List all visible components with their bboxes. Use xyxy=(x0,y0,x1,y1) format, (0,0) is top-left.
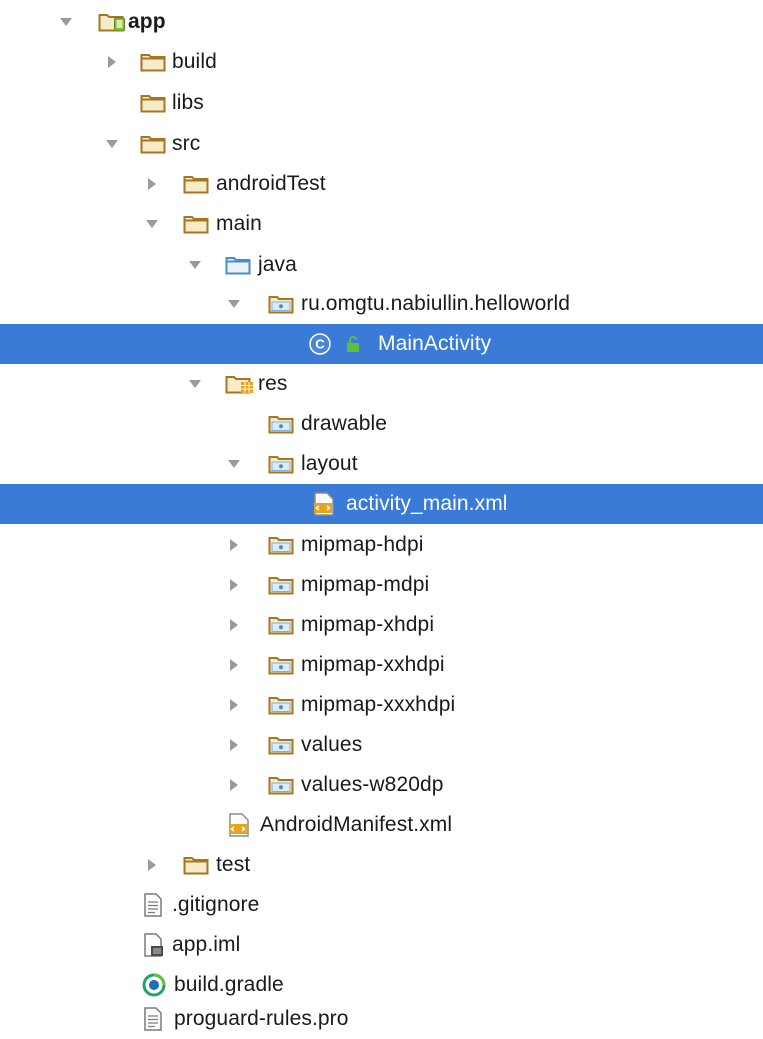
package-folder-icon xyxy=(268,526,294,564)
tree-node-app-iml[interactable]: app.iml xyxy=(0,926,763,964)
tree-node-label: drawable xyxy=(301,412,388,435)
xml-file-icon xyxy=(313,484,335,524)
tree-node-values[interactable]: values xyxy=(0,726,763,764)
package-folder-icon xyxy=(268,726,294,764)
xml-file-icon xyxy=(228,806,250,844)
tree-node-libs[interactable]: libs xyxy=(0,84,763,122)
collapse-arrow-icon[interactable] xyxy=(56,3,76,41)
module-file-icon xyxy=(143,926,165,964)
tree-node-package[interactable]: ru.omgtu.nabiullin.helloworld xyxy=(0,285,763,323)
tree-node-label: app xyxy=(128,10,166,33)
expand-arrow-icon[interactable] xyxy=(224,526,244,564)
tree-node-label: mipmap-mdpi xyxy=(301,573,430,596)
folder-icon xyxy=(140,43,166,81)
folder-icon xyxy=(183,205,209,243)
expand-arrow-icon[interactable] xyxy=(224,606,244,644)
tree-node-label: libs xyxy=(172,91,204,114)
folder-icon xyxy=(140,125,166,163)
tree-node-label: activity_main.xml xyxy=(346,492,508,515)
tree-node-test[interactable]: test xyxy=(0,846,763,884)
folder-icon xyxy=(183,165,209,203)
tree-node-app[interactable]: app xyxy=(0,3,763,41)
tree-node-mainactivity[interactable]: C MainActivity xyxy=(0,324,763,364)
tree-node-label: MainActivity xyxy=(378,332,492,355)
tree-node-label: androidTest xyxy=(216,172,326,195)
tree-node-label: build.gradle xyxy=(174,973,284,996)
tree-node-label: values xyxy=(301,733,363,756)
collapse-arrow-icon[interactable] xyxy=(185,246,205,284)
expand-arrow-icon[interactable] xyxy=(102,43,122,81)
package-folder-icon xyxy=(268,646,294,684)
tree-node-androidtest[interactable]: androidTest xyxy=(0,165,763,203)
tree-node-mipmap-hdpi[interactable]: mipmap-hdpi xyxy=(0,526,763,564)
tree-node-main[interactable]: main xyxy=(0,205,763,243)
expand-arrow-icon[interactable] xyxy=(224,726,244,764)
collapse-arrow-icon[interactable] xyxy=(185,365,205,403)
tree-node-mipmap-mdpi[interactable]: mipmap-mdpi xyxy=(0,566,763,604)
tree-node-label: java xyxy=(258,253,297,276)
tree-node-label: res xyxy=(258,372,288,395)
gradle-icon xyxy=(142,966,166,1004)
project-tree: app build libs src androidTest main java xyxy=(0,0,763,1039)
tree-node-build[interactable]: build xyxy=(0,43,763,81)
tree-node-label: proguard-rules.pro xyxy=(174,1007,349,1030)
expand-arrow-icon[interactable] xyxy=(224,646,244,684)
tree-node-label: ru.omgtu.nabiullin.helloworld xyxy=(301,292,571,315)
collapse-arrow-icon[interactable] xyxy=(142,205,162,243)
tree-node-label: layout xyxy=(301,452,358,475)
tree-node-gitignore[interactable]: .gitignore xyxy=(0,886,763,924)
package-folder-icon xyxy=(268,686,294,724)
package-folder-icon xyxy=(268,405,294,443)
expand-arrow-icon[interactable] xyxy=(224,566,244,604)
tree-node-label: mipmap-xxhdpi xyxy=(301,653,445,676)
svg-text:C: C xyxy=(315,337,325,352)
expand-arrow-icon[interactable] xyxy=(224,766,244,804)
tree-node-android-manifest[interactable]: AndroidManifest.xml xyxy=(0,806,763,844)
text-file-icon xyxy=(143,1000,163,1038)
tree-node-layout[interactable]: layout xyxy=(0,445,763,483)
tree-node-label: mipmap-xhdpi xyxy=(301,613,435,636)
tree-node-label: main xyxy=(216,212,262,235)
collapse-arrow-icon[interactable] xyxy=(102,125,122,163)
tree-node-java[interactable]: java xyxy=(0,246,763,284)
folder-icon xyxy=(140,84,166,122)
expand-arrow-icon[interactable] xyxy=(142,846,162,884)
class-icon: C xyxy=(309,324,331,364)
collapse-arrow-icon[interactable] xyxy=(224,285,244,323)
tree-node-label: mipmap-xxxhdpi xyxy=(301,693,456,716)
package-folder-icon xyxy=(268,445,294,483)
package-folder-icon xyxy=(268,566,294,604)
tree-node-label: .gitignore xyxy=(172,893,260,916)
text-file-icon xyxy=(143,886,163,924)
folder-icon xyxy=(183,846,209,884)
tree-node-drawable[interactable]: drawable xyxy=(0,405,763,443)
tree-node-label: values-w820dp xyxy=(301,773,444,796)
tree-node-build-gradle[interactable]: build.gradle xyxy=(0,966,763,1004)
tree-node-res[interactable]: res xyxy=(0,365,763,403)
tree-node-label: mipmap-hdpi xyxy=(301,533,424,556)
package-folder-icon xyxy=(268,285,294,323)
tree-node-mipmap-xxhdpi[interactable]: mipmap-xxhdpi xyxy=(0,646,763,684)
lock-icon xyxy=(346,324,360,364)
package-folder-icon xyxy=(268,606,294,644)
expand-arrow-icon[interactable] xyxy=(224,686,244,724)
collapse-arrow-icon[interactable] xyxy=(224,445,244,483)
tree-node-mipmap-xhdpi[interactable]: mipmap-xhdpi xyxy=(0,606,763,644)
source-folder-icon xyxy=(225,246,251,284)
tree-node-src[interactable]: src xyxy=(0,125,763,163)
tree-node-label: build xyxy=(172,50,217,73)
module-folder-icon xyxy=(98,3,128,41)
tree-node-values-w820dp[interactable]: values-w820dp xyxy=(0,766,763,804)
package-folder-icon xyxy=(268,766,294,804)
tree-node-label: app.iml xyxy=(172,933,241,956)
tree-node-label: src xyxy=(172,132,201,155)
tree-node-mipmap-xxxhdpi[interactable]: mipmap-xxxhdpi xyxy=(0,686,763,724)
resources-folder-icon xyxy=(225,365,255,403)
tree-node-label: test xyxy=(216,853,251,876)
tree-node-activity-main-xml[interactable]: activity_main.xml xyxy=(0,484,763,524)
tree-node-label: AndroidManifest.xml xyxy=(260,813,453,836)
tree-node-proguard-rules[interactable]: proguard-rules.pro xyxy=(0,1000,763,1038)
expand-arrow-icon[interactable] xyxy=(142,165,162,203)
